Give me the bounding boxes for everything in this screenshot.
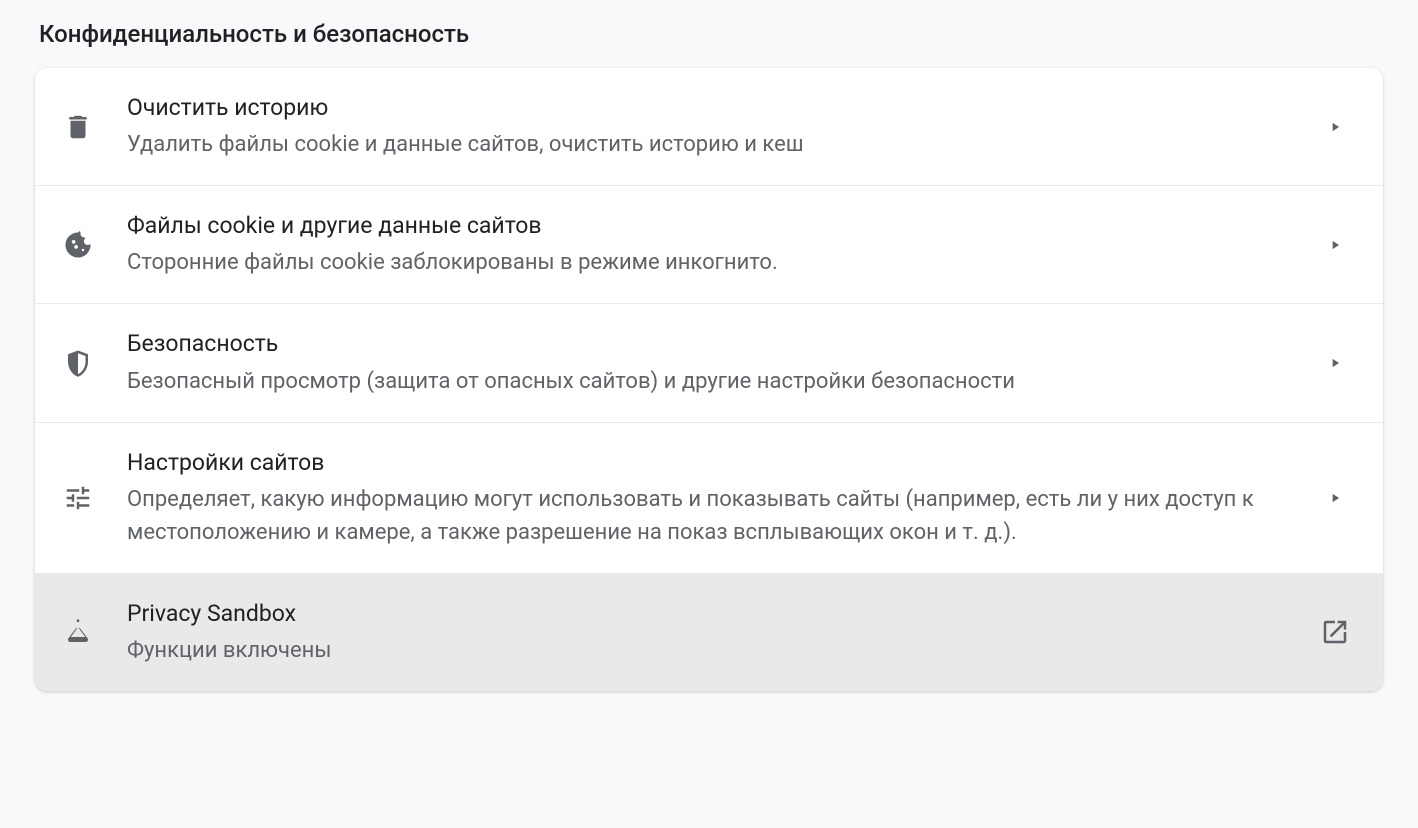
row-security[interactable]: Безопасность Безопасный просмотр (защита… [35, 304, 1383, 422]
row-subtitle: Сторонние файлы cookie заблокированы в р… [127, 246, 1295, 279]
chevron-right-icon [1319, 356, 1351, 370]
row-title: Очистить историю [127, 92, 1295, 124]
row-text: Очистить историю Удалить файлы cookie и … [127, 92, 1319, 161]
trash-icon [63, 112, 127, 142]
chevron-right-icon [1319, 238, 1351, 252]
tune-icon [63, 483, 127, 513]
row-clear-history[interactable]: Очистить историю Удалить файлы cookie и … [35, 68, 1383, 186]
row-subtitle: Функции включены [127, 634, 1295, 667]
launch-icon [1319, 617, 1351, 647]
flask-icon [63, 617, 127, 647]
settings-card: Очистить историю Удалить файлы cookie и … [35, 68, 1383, 691]
row-title: Безопасность [127, 328, 1295, 360]
row-title: Privacy Sandbox [127, 598, 1295, 630]
chevron-right-icon [1319, 491, 1351, 505]
chevron-right-icon [1319, 120, 1351, 134]
row-subtitle: Удалить файлы cookie и данные сайтов, оч… [127, 128, 1295, 161]
row-privacy-sandbox[interactable]: Privacy Sandbox Функции включены [35, 574, 1383, 691]
row-site-settings[interactable]: Настройки сайтов Определяет, какую инфор… [35, 423, 1383, 574]
shield-icon [63, 348, 127, 378]
row-subtitle: Безопасный просмотр (защита от опасных с… [127, 365, 1295, 398]
row-title: Файлы cookie и другие данные сайтов [127, 210, 1295, 242]
row-text: Файлы cookie и другие данные сайтов Стор… [127, 210, 1319, 279]
row-subtitle: Определяет, какую информацию могут испол… [127, 483, 1295, 549]
row-cookies[interactable]: Файлы cookie и другие данные сайтов Стор… [35, 186, 1383, 304]
section-title: Конфиденциальность и безопасность [35, 20, 1383, 48]
row-text: Privacy Sandbox Функции включены [127, 598, 1319, 667]
row-text: Настройки сайтов Определяет, какую инфор… [127, 447, 1319, 549]
row-title: Настройки сайтов [127, 447, 1295, 479]
cookie-icon [63, 230, 127, 260]
row-text: Безопасность Безопасный просмотр (защита… [127, 328, 1319, 397]
